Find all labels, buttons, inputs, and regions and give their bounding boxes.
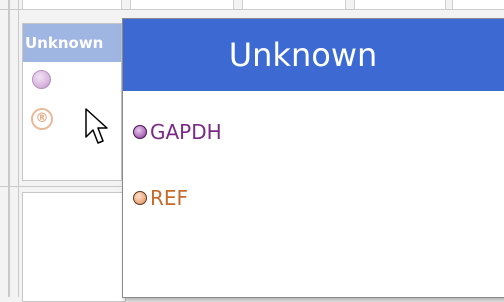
popup-title: Unknown [123,19,504,91]
grid-cell [242,0,346,10]
mouse-pointer-icon [85,108,108,144]
grid-cell [354,0,446,10]
grid-line [18,0,19,297]
legend-label: GAPDH [150,120,222,144]
grid-cell [22,192,126,302]
purple-circle-icon [133,125,147,139]
grid-line [8,0,10,297]
legend-item-gapdh[interactable]: GAPDH [133,119,222,145]
grid-cell [22,0,122,10]
tile-header: Unknown [23,24,121,62]
registered-circle-icon[interactable]: ® [31,108,53,130]
purple-circle-icon[interactable] [32,70,51,89]
legend-label: REF [150,186,189,210]
grid-cell [130,0,234,10]
orange-circle-icon [133,191,147,205]
legend-item-ref[interactable]: REF [133,185,188,211]
sample-tile[interactable]: Unknown ® [22,23,122,181]
grid-cell [452,0,504,10]
legend-popup: Unknown GAPDH REF [122,18,504,298]
